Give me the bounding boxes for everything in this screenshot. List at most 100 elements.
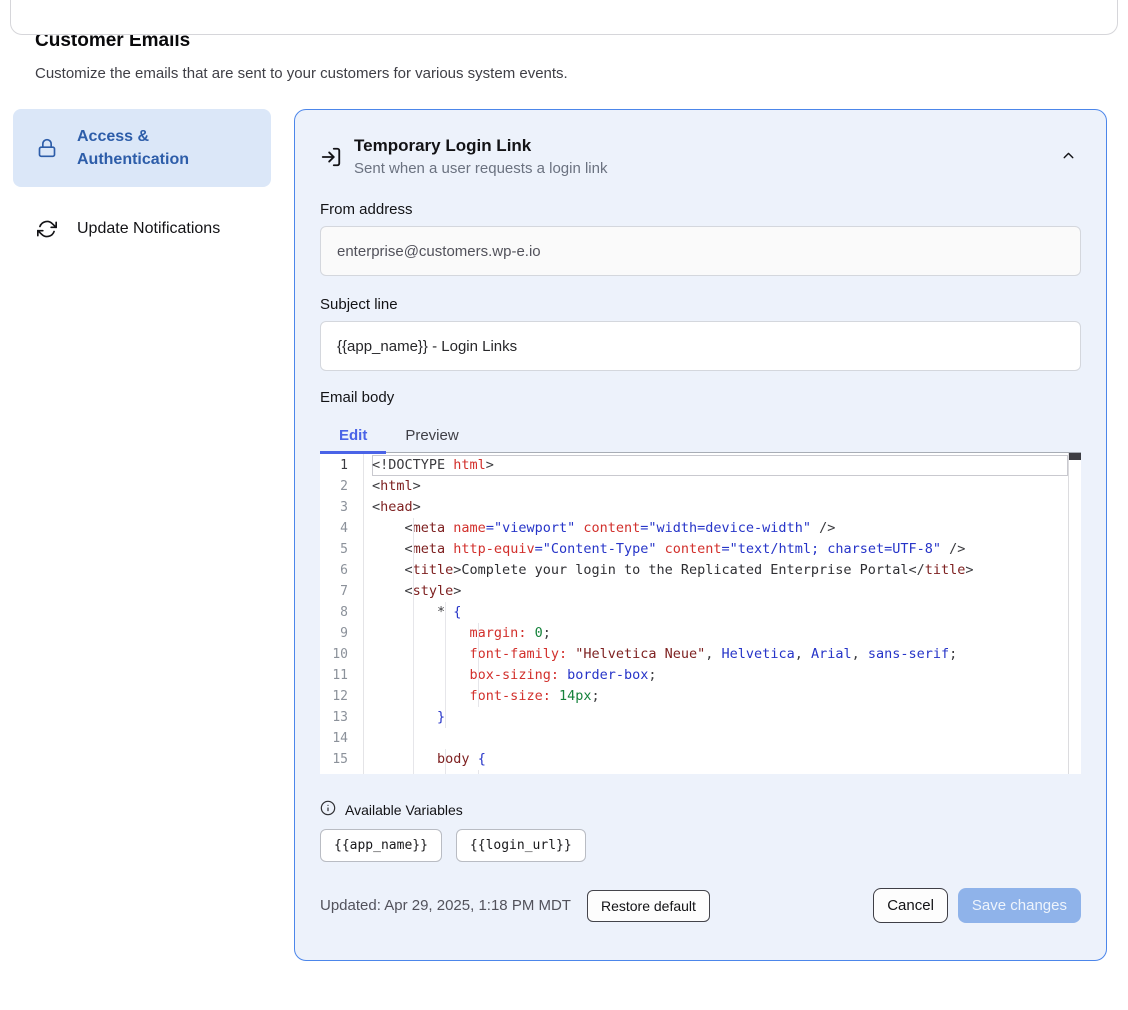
code-line: <!DOCTYPE html>: [372, 455, 1068, 476]
from-address-label: From address: [320, 201, 1081, 218]
sidebar-item-update-notifications[interactable]: Update Notifications: [13, 205, 271, 253]
sidebar-item-label: Access & Authentication: [77, 125, 255, 171]
tab-edit[interactable]: Edit: [320, 418, 386, 452]
panel-subtitle: Sent when a user requests a login link: [354, 160, 607, 177]
indent-guide: [445, 665, 446, 686]
subject-line-input[interactable]: [320, 321, 1081, 371]
temporary-login-link-panel: Temporary Login Link Sent when a user re…: [294, 109, 1107, 961]
indent-guide: [413, 539, 414, 560]
code-line: <title>Complete your login to the Replic…: [372, 560, 1068, 581]
code-line: <meta http-equiv="Content-Type" content=…: [372, 539, 1068, 560]
panel-title: Temporary Login Link: [354, 136, 607, 156]
subject-line-label: Subject line: [320, 296, 1081, 313]
line-number: 15: [320, 749, 363, 770]
code-line: font-size: 14px;: [372, 686, 1068, 707]
indent-guide: [413, 728, 414, 749]
indent-guide: [445, 623, 446, 644]
content-layout: Access & Authentication Update Notificat…: [0, 109, 1128, 961]
info-icon: [320, 800, 336, 819]
indent-guide: [413, 749, 414, 770]
indent-guide: [445, 602, 446, 623]
indent-guide: [413, 602, 414, 623]
email-types-sidebar: Access & Authentication Update Notificat…: [13, 109, 271, 253]
line-number: 2: [320, 476, 363, 497]
line-number: 11: [320, 665, 363, 686]
restore-default-button[interactable]: Restore default: [587, 890, 710, 922]
indent-guide: [413, 560, 414, 581]
page-subtitle: Customize the emails that are sent to yo…: [35, 65, 1128, 82]
cancel-button[interactable]: Cancel: [873, 888, 948, 923]
line-number: 1: [320, 455, 363, 476]
code-line: background-color: #f8f8f8;: [372, 770, 1068, 774]
line-number: 16: [320, 770, 363, 774]
indent-guide: [478, 644, 479, 665]
email-body-label: Email body: [320, 389, 1081, 406]
line-number: 7: [320, 581, 363, 602]
indent-guide: [413, 770, 414, 774]
code-line: <style>: [372, 581, 1068, 602]
save-changes-button[interactable]: Save changes: [958, 888, 1081, 923]
line-number: 5: [320, 539, 363, 560]
login-icon: [320, 146, 342, 168]
from-address-input: [320, 226, 1081, 276]
variable-chip-app-name[interactable]: {{app_name}}: [320, 829, 442, 862]
code-line: <meta name="viewport" content="width=dev…: [372, 518, 1068, 539]
sidebar-item-access-authentication[interactable]: Access & Authentication: [13, 109, 271, 187]
code-line: box-sizing: border-box;: [372, 665, 1068, 686]
collapse-panel-button[interactable]: [1056, 143, 1081, 171]
indent-guide: [478, 623, 479, 644]
code-line: margin: 0;: [372, 623, 1068, 644]
line-number: 12: [320, 686, 363, 707]
code-line: <head>: [372, 497, 1068, 518]
lock-icon: [37, 138, 57, 158]
indent-guide: [478, 770, 479, 774]
refresh-icon: [37, 219, 57, 239]
indent-guide: [445, 686, 446, 707]
line-number: 14: [320, 728, 363, 749]
code-line: <html>: [372, 476, 1068, 497]
previous-card-edge: [10, 0, 1118, 35]
line-number: 13: [320, 707, 363, 728]
line-number: 8: [320, 602, 363, 623]
indent-guide: [413, 644, 414, 665]
indent-guide: [445, 749, 446, 770]
chevron-up-icon: [1060, 147, 1077, 167]
code-line: }: [372, 707, 1068, 728]
code-line: * {: [372, 602, 1068, 623]
code-line: [372, 728, 1068, 749]
indent-guide: [413, 686, 414, 707]
panel-footer: Updated: Apr 29, 2025, 1:18 PM MDT Resto…: [320, 888, 1081, 923]
variable-chip-login-url[interactable]: {{login_url}}: [456, 829, 586, 862]
panel-header: Temporary Login Link Sent when a user re…: [320, 136, 1081, 177]
editor-scrollbar-thumb[interactable]: [1069, 453, 1081, 460]
page-header: Customer Emails Customize the emails tha…: [35, 30, 1128, 82]
indent-guide: [478, 686, 479, 707]
indent-guide: [445, 770, 446, 774]
code-line: body {: [372, 749, 1068, 770]
line-number: 4: [320, 518, 363, 539]
indent-guide: [413, 623, 414, 644]
line-number: 9: [320, 623, 363, 644]
sidebar-item-label: Update Notifications: [77, 220, 220, 238]
indent-guide: [478, 665, 479, 686]
indent-guide: [413, 518, 414, 539]
available-variables-row: Available Variables: [320, 800, 1081, 819]
editor-scrollbar: [1068, 453, 1081, 774]
indent-guide: [413, 665, 414, 686]
line-number: 3: [320, 497, 363, 518]
line-number: 6: [320, 560, 363, 581]
indent-guide: [413, 707, 414, 728]
editor-gutter: 12345678910111213141516: [320, 453, 364, 774]
updated-timestamp: Updated: Apr 29, 2025, 1:18 PM MDT: [320, 897, 571, 914]
code-line: font-family: "Helvetica Neue", Helvetica…: [372, 644, 1068, 665]
tab-preview[interactable]: Preview: [386, 418, 477, 452]
variable-chips: {{app_name}} {{login_url}}: [320, 829, 1081, 862]
indent-guide: [445, 644, 446, 665]
indent-guide: [445, 707, 446, 728]
email-body-code-editor[interactable]: 12345678910111213141516 <!DOCTYPE html><…: [320, 452, 1081, 774]
email-body-tabs: Edit Preview: [320, 418, 1081, 452]
line-number: 10: [320, 644, 363, 665]
available-variables-label: Available Variables: [345, 802, 463, 818]
editor-code[interactable]: <!DOCTYPE html><html><head> <meta name="…: [364, 453, 1068, 774]
indent-guide: [413, 581, 414, 602]
